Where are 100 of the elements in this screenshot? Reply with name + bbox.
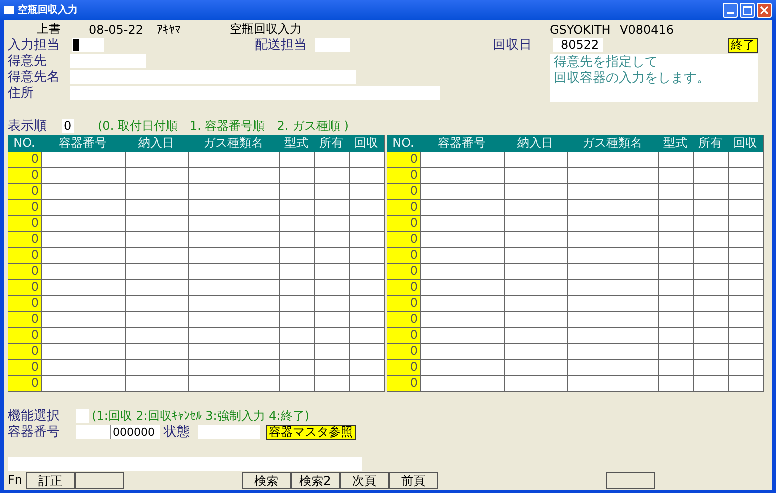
table-cell[interactable] [567,264,658,280]
table-cell[interactable] [658,328,693,344]
input-field[interactable]: 000000 [110,425,160,439]
function-key[interactable]: 検索 [242,472,291,489]
table-cell[interactable] [420,248,504,264]
table-cell[interactable] [504,200,567,216]
table-cell[interactable] [279,296,314,312]
table-cell[interactable] [41,360,125,376]
table-cell[interactable] [504,344,567,360]
table-cell[interactable] [188,232,279,248]
table-cell[interactable] [728,344,763,360]
minimize-button[interactable] [723,2,738,18]
table-cell[interactable] [349,360,384,376]
table-cell[interactable] [314,152,349,168]
table-cell[interactable] [567,296,658,312]
input-field[interactable] [76,425,110,439]
table-cell[interactable] [504,184,567,200]
table-cell[interactable] [41,344,125,360]
table-cell[interactable] [314,312,349,328]
table-cell[interactable] [728,312,763,328]
table-cell[interactable] [693,360,728,376]
table-cell[interactable] [41,168,125,184]
table-cell[interactable] [693,280,728,296]
table-cell[interactable] [504,232,567,248]
table-cell[interactable] [658,200,693,216]
table-cell[interactable] [125,376,188,392]
table-cell[interactable] [658,184,693,200]
table-cell[interactable] [420,200,504,216]
table-cell[interactable] [41,296,125,312]
table-cell[interactable] [693,168,728,184]
table-cell[interactable] [658,360,693,376]
table-cell[interactable] [693,312,728,328]
table-cell[interactable] [420,360,504,376]
table-cell[interactable] [567,312,658,328]
table-cell[interactable] [567,232,658,248]
table-cell[interactable] [567,360,658,376]
table-cell[interactable] [279,360,314,376]
table-cell[interactable] [693,216,728,232]
table-cell[interactable] [728,280,763,296]
table-cell[interactable] [728,264,763,280]
table-cell[interactable] [420,312,504,328]
table-cell[interactable] [279,264,314,280]
table-cell[interactable] [504,216,567,232]
table-cell[interactable] [349,216,384,232]
input-field[interactable]: 0 [62,119,74,133]
table-cell[interactable] [314,232,349,248]
table-cell[interactable] [188,152,279,168]
input-field[interactable] [70,86,440,100]
input-field[interactable] [76,409,89,423]
table-cell[interactable] [349,280,384,296]
table-cell[interactable] [188,280,279,296]
table-cell[interactable] [188,168,279,184]
table-cell[interactable] [314,280,349,296]
table-cell[interactable] [349,312,384,328]
input-field[interactable] [72,38,104,52]
table-cell[interactable] [188,360,279,376]
table-cell[interactable] [314,184,349,200]
table-cell[interactable] [349,184,384,200]
table-cell[interactable] [420,152,504,168]
table-cell[interactable] [504,280,567,296]
table-cell[interactable] [420,344,504,360]
table-cell[interactable] [504,360,567,376]
close-button[interactable] [757,2,772,18]
table-cell[interactable] [125,344,188,360]
table-cell[interactable] [567,200,658,216]
table-cell[interactable] [567,328,658,344]
table-cell[interactable] [279,168,314,184]
table-cell[interactable] [728,360,763,376]
table-cell[interactable] [41,248,125,264]
maximize-button[interactable] [740,2,755,18]
table-cell[interactable] [41,232,125,248]
table-cell[interactable] [279,280,314,296]
table-cell[interactable] [125,328,188,344]
table-cell[interactable] [567,376,658,392]
table-cell[interactable] [420,280,504,296]
table-cell[interactable] [41,216,125,232]
table-cell[interactable] [125,216,188,232]
table-cell[interactable] [693,264,728,280]
table-cell[interactable] [188,312,279,328]
table-cell[interactable] [728,232,763,248]
table-cell[interactable] [125,248,188,264]
exit-button[interactable]: 終了 [728,38,758,52]
table-cell[interactable] [693,296,728,312]
table-cell[interactable] [728,168,763,184]
table-cell[interactable] [504,152,567,168]
table-cell[interactable] [314,200,349,216]
table-cell[interactable] [188,216,279,232]
function-key[interactable]: 次頁 [340,472,389,489]
table-cell[interactable] [504,376,567,392]
table-cell[interactable] [41,376,125,392]
table-cell[interactable] [693,344,728,360]
table-cell[interactable] [349,344,384,360]
table-cell[interactable] [188,200,279,216]
table-cell[interactable] [658,168,693,184]
table-cell[interactable] [504,264,567,280]
table-cell[interactable] [504,296,567,312]
table-cell[interactable] [41,280,125,296]
table-cell[interactable] [125,312,188,328]
table-cell[interactable] [658,152,693,168]
table-cell[interactable] [279,248,314,264]
